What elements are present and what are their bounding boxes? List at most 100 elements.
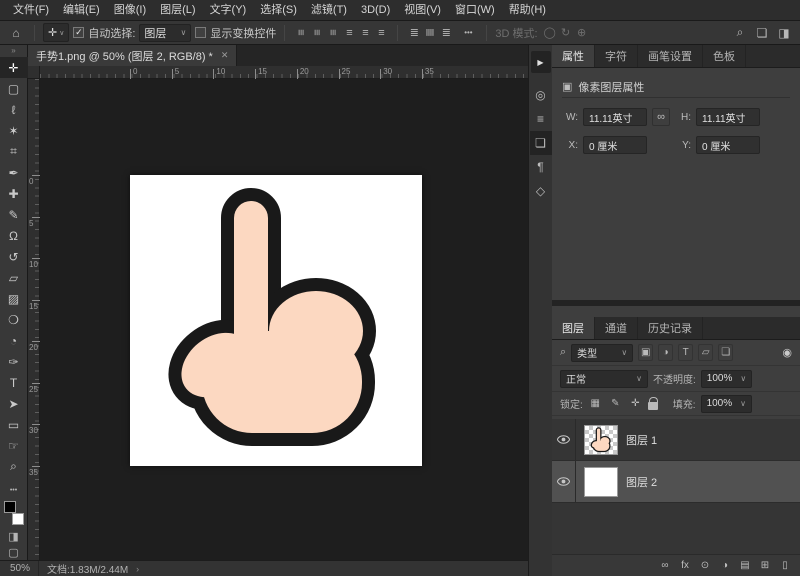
home-icon[interactable]: ⌂ bbox=[6, 23, 26, 42]
opacity-dropdown[interactable]: 100% ∨ bbox=[701, 370, 752, 388]
y-field[interactable]: 0 厘米 bbox=[696, 136, 760, 154]
adjustment-layer-icon[interactable]: ◑ bbox=[716, 557, 734, 575]
quick-mask-icon[interactable]: ◨ bbox=[0, 528, 28, 544]
adjustments-panel-icon[interactable]: ≡ bbox=[530, 107, 552, 131]
marquee-tool[interactable]: ▢ bbox=[0, 78, 28, 99]
toolbar-collapse-icon[interactable]: » bbox=[11, 45, 15, 57]
align-right-icon[interactable]: ≡ bbox=[324, 25, 343, 41]
tab-swatches[interactable]: 色板 bbox=[703, 45, 746, 67]
healing-brush-tool[interactable]: ✚ bbox=[0, 183, 28, 204]
layer-name[interactable]: 图层 1 bbox=[626, 432, 657, 448]
color-swatches[interactable] bbox=[3, 501, 25, 525]
align-middle-icon[interactable]: ≡ bbox=[357, 23, 373, 42]
blur-tool[interactable]: ❍ bbox=[0, 309, 28, 330]
canvas-area[interactable] bbox=[40, 79, 528, 560]
layer-row-1[interactable]: 图层 1 bbox=[552, 419, 800, 461]
tab-character[interactable]: 字符 bbox=[595, 45, 638, 67]
height-field[interactable]: 11.11英寸 bbox=[696, 108, 760, 126]
toolbar-more-icon[interactable]: ••• bbox=[0, 482, 28, 498]
link-dimensions-icon[interactable]: ∞ bbox=[652, 108, 670, 126]
filter-smart-object-icon[interactable]: ❏ bbox=[718, 344, 733, 361]
screen-mode-icon[interactable]: ▢ bbox=[0, 544, 28, 560]
search-icon[interactable]: ⌕ bbox=[730, 23, 750, 42]
tab-channels[interactable]: 通道 bbox=[595, 317, 638, 339]
align-top-icon[interactable]: ≡ bbox=[341, 23, 357, 42]
layer-mask-icon[interactable]: ⊙ bbox=[696, 557, 714, 575]
layer-name[interactable]: 图层 2 bbox=[626, 474, 657, 490]
delete-layer-icon[interactable]: ▯ bbox=[776, 557, 794, 575]
x-field[interactable]: 0 厘米 bbox=[583, 136, 647, 154]
lock-position-icon[interactable]: ✛ bbox=[628, 396, 643, 411]
lock-transparency-icon[interactable]: ▦ bbox=[588, 396, 603, 411]
tab-history[interactable]: 历史记录 bbox=[638, 317, 703, 339]
shape-tool[interactable]: ▭ bbox=[0, 414, 28, 435]
filter-shape-icon[interactable]: ▱ bbox=[698, 344, 713, 361]
fill-dropdown[interactable]: 100% ∨ bbox=[701, 395, 752, 413]
paragraph-panel-icon[interactable]: ¶ bbox=[530, 155, 552, 179]
workspace-icon[interactable]: ❏ bbox=[752, 23, 772, 42]
align-bottom-icon[interactable]: ≡ bbox=[373, 23, 389, 42]
menu-view[interactable]: 视图(V) bbox=[397, 0, 448, 20]
3d-panel-icon[interactable]: ◇ bbox=[530, 179, 552, 203]
tab-layers[interactable]: 图层 bbox=[552, 317, 595, 339]
layer-thumbnail[interactable] bbox=[584, 467, 618, 497]
canvas[interactable] bbox=[130, 175, 422, 466]
menu-window[interactable]: 窗口(W) bbox=[448, 0, 502, 20]
layer-row-2[interactable]: 图层 2 bbox=[552, 461, 800, 503]
crop-tool[interactable]: ⌗ bbox=[0, 141, 28, 162]
lasso-tool[interactable]: ℓ bbox=[0, 99, 28, 120]
expand-panels-button[interactable]: ▶ bbox=[531, 51, 551, 73]
menu-select[interactable]: 选择(S) bbox=[253, 0, 304, 20]
distribute-v-icon[interactable]: ≣ bbox=[421, 25, 440, 41]
menu-image[interactable]: 图像(I) bbox=[107, 0, 153, 20]
libraries-panel-icon[interactable]: ❏ bbox=[530, 131, 552, 155]
dodge-tool[interactable]: ◔ bbox=[0, 330, 28, 351]
zoom-tool[interactable]: ⌕ bbox=[0, 456, 28, 477]
menu-layer[interactable]: 图层(L) bbox=[153, 0, 202, 20]
menu-3d[interactable]: 3D(D) bbox=[354, 0, 397, 20]
close-icon[interactable]: ✕ bbox=[221, 50, 229, 61]
filter-type-icon[interactable]: T bbox=[678, 344, 693, 361]
visibility-toggle[interactable] bbox=[552, 461, 576, 502]
menu-type[interactable]: 文字(Y) bbox=[203, 0, 254, 20]
auto-select-checkbox[interactable]: ✓ bbox=[73, 27, 84, 38]
filter-pixel-icon[interactable]: ▣ bbox=[638, 344, 653, 361]
lock-pixels-icon[interactable]: ✎ bbox=[608, 396, 623, 411]
width-field[interactable]: 11.11英寸 bbox=[583, 108, 647, 126]
menu-edit[interactable]: 编辑(E) bbox=[56, 0, 107, 20]
lock-all-icon[interactable] bbox=[648, 402, 658, 410]
menu-filter[interactable]: 滤镜(T) bbox=[304, 0, 354, 20]
distribute-spacing-icon[interactable]: ≣ bbox=[438, 23, 454, 42]
current-tool-button[interactable]: ✛ ∨ bbox=[43, 23, 69, 42]
filter-toggle-icon[interactable]: ◉ bbox=[782, 346, 792, 359]
type-tool[interactable]: T bbox=[0, 372, 28, 393]
document-tab[interactable]: 手势1.png @ 50% (图层 2, RGB/8) * ✕ bbox=[28, 45, 237, 66]
blend-mode-dropdown[interactable]: 正常 ∨ bbox=[560, 370, 648, 388]
chevron-right-icon[interactable]: › bbox=[136, 564, 139, 574]
eyedropper-tool[interactable]: ✒ bbox=[0, 162, 28, 183]
more-options-icon[interactable]: ••• bbox=[458, 23, 478, 42]
show-transform-checkbox[interactable]: ✓ bbox=[195, 27, 206, 38]
brush-tool[interactable]: ✎ bbox=[0, 204, 28, 225]
filter-type-dropdown[interactable]: 类型 ∨ bbox=[571, 344, 633, 362]
screen-capture-icon[interactable]: ◨ bbox=[774, 23, 794, 42]
foreground-color-swatch[interactable] bbox=[4, 501, 16, 513]
zoom-level-field[interactable]: 50% bbox=[0, 561, 39, 576]
layer-group-icon[interactable]: ▤ bbox=[736, 557, 754, 575]
filter-adjustment-icon[interactable]: ◑ bbox=[658, 344, 673, 361]
visibility-toggle[interactable] bbox=[552, 419, 576, 460]
clone-stamp-tool[interactable]: Ω bbox=[0, 225, 28, 246]
layer-thumbnail[interactable] bbox=[584, 425, 618, 455]
hand-tool[interactable]: ☞ bbox=[0, 435, 28, 456]
tab-properties[interactable]: 属性 bbox=[552, 45, 595, 67]
colors-panel-icon[interactable]: ◎ bbox=[530, 83, 552, 107]
link-layers-icon[interactable]: ∞ bbox=[656, 557, 674, 575]
path-selection-tool[interactable]: ➤ bbox=[0, 393, 28, 414]
menu-help[interactable]: 帮助(H) bbox=[502, 0, 553, 20]
menu-file[interactable]: 文件(F) bbox=[6, 0, 56, 20]
history-brush-tool[interactable]: ↺ bbox=[0, 246, 28, 267]
background-color-swatch[interactable] bbox=[12, 513, 24, 525]
new-layer-icon[interactable]: ⊞ bbox=[756, 557, 774, 575]
pen-tool[interactable]: ✑ bbox=[0, 351, 28, 372]
quick-selection-tool[interactable]: ✶ bbox=[0, 120, 28, 141]
